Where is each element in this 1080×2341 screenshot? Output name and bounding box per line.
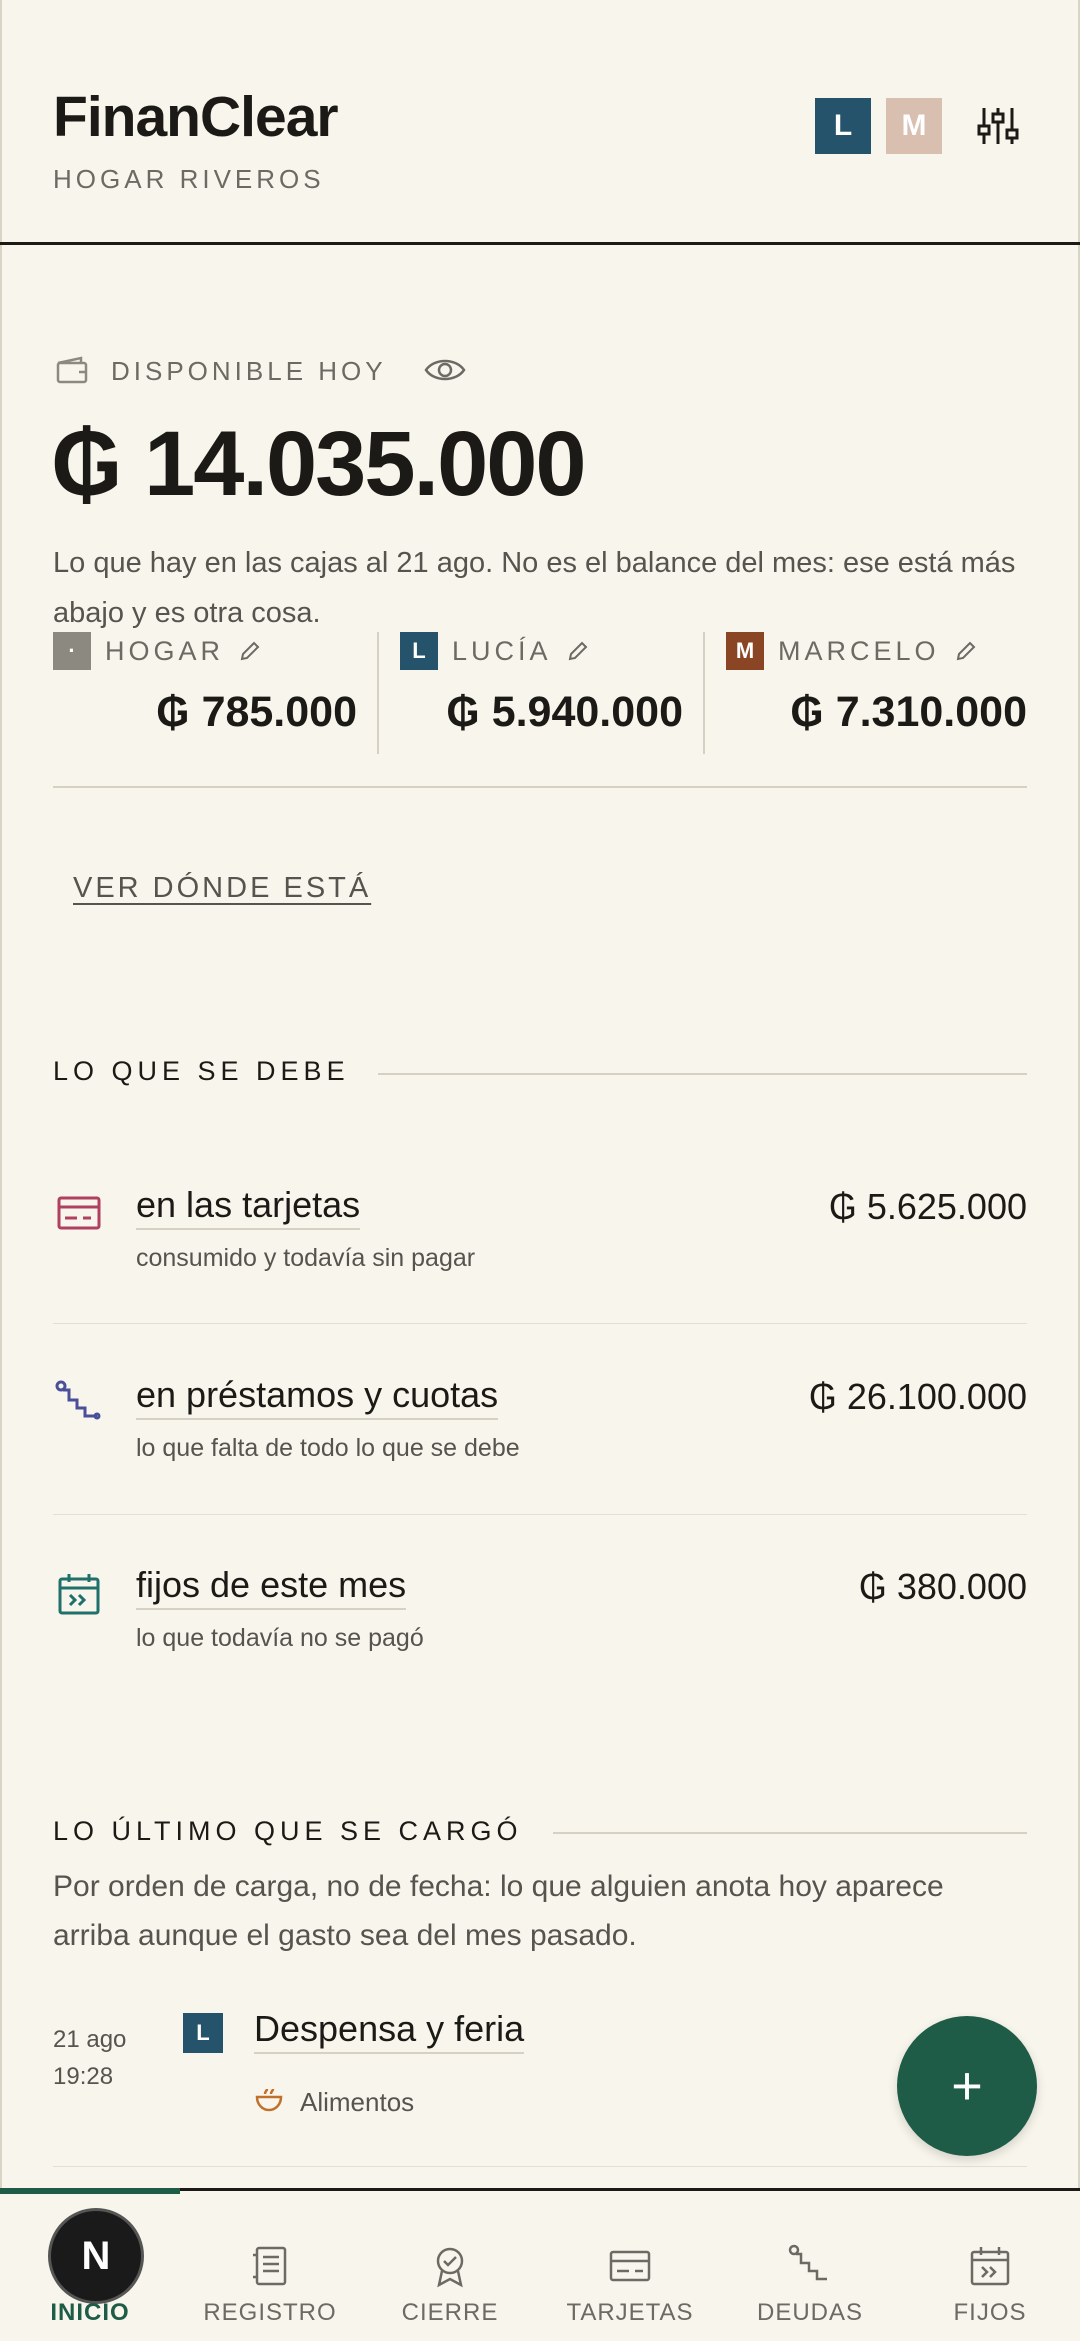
debt-title: en las tarjetas <box>136 1184 361 1230</box>
debt-subtitle: consumido y todavía sin pagar <box>136 1244 476 1272</box>
nav-label: REGISTRO <box>203 2299 337 2326</box>
box-amount: ₲ 7.310.000 <box>790 688 1027 736</box>
box-name: LUCÍA <box>452 635 552 666</box>
bowl-icon <box>255 2088 283 2112</box>
debt-row-cards[interactable]: en las tarjetas consumido y todavía sin … <box>53 1184 1027 1380</box>
nav-label: INICIO <box>50 2299 130 2326</box>
recent-section-title: LO ÚLTIMO QUE SE CARGÓ <box>53 1816 523 1846</box>
wallet-icon <box>56 356 88 384</box>
divider <box>53 1323 1027 1324</box>
debt-subtitle: lo que todavía no se pagó <box>136 1624 424 1652</box>
eye-icon[interactable] <box>424 355 466 385</box>
transaction-day: 21 ago <box>53 2026 127 2053</box>
n-badge: N <box>48 2208 144 2304</box>
badge-check-icon <box>436 2247 464 2288</box>
debt-amount: ₲ 5.625.000 <box>828 1186 1027 1227</box>
nav-item-cierre[interactable]: CIERRE <box>360 2191 540 2341</box>
transaction-date: 21 ago 19:28 <box>53 2021 126 2095</box>
see-where-link[interactable]: VER DÓNDE ESTÁ <box>73 872 371 905</box>
sliders-icon[interactable] <box>974 102 1022 150</box>
nav-label: FIJOS <box>953 2299 1027 2326</box>
divider <box>377 632 379 754</box>
credit-card-icon <box>57 1196 101 1230</box>
app-title: FinanClear <box>53 85 339 149</box>
available-label: DISPONIBLE HOY <box>111 356 387 386</box>
transaction-category: Alimentos <box>300 2087 415 2117</box>
avatar-marcelo[interactable]: M <box>886 98 942 154</box>
box-name: HOGAR <box>105 635 225 666</box>
add-button[interactable]: + <box>897 2016 1037 2156</box>
box-name: MARCELO <box>778 635 940 666</box>
divider <box>53 2166 1027 2167</box>
box-amount: ₲ 5.940.000 <box>446 688 683 736</box>
debt-amount: ₲ 26.100.000 <box>808 1376 1027 1417</box>
divider <box>703 632 705 754</box>
nav-item-deudas[interactable]: DEUDAS <box>720 2191 900 2341</box>
divider <box>378 1073 1027 1075</box>
available-amount: ₲ 14.035.000 <box>51 413 587 515</box>
divider <box>53 1514 1027 1515</box>
pencil-icon[interactable] <box>954 639 978 663</box>
divider <box>53 786 1027 788</box>
bottom-nav: N INICIO REGISTRO CIERRE TARJETAS DEUDAS… <box>0 2188 1080 2341</box>
ledger-icon <box>253 2246 287 2286</box>
debts-section-title: LO QUE SE DEBE <box>53 1056 350 1086</box>
calendar-icon <box>970 2247 1010 2286</box>
debt-title: fijos de este mes <box>136 1564 407 1610</box>
divider <box>553 1832 1027 1834</box>
hogar-badge: · <box>53 632 91 670</box>
box-hogar[interactable]: · HOGAR ₲ 785.000 <box>53 630 357 755</box>
nav-item-inicio[interactable]: N INICIO <box>0 2191 180 2341</box>
transaction-title: Despensa y feria <box>254 2008 525 2054</box>
household-name: HOGAR RIVEROS <box>53 164 325 194</box>
credit-card-icon <box>609 2250 651 2282</box>
nav-label: DEUDAS <box>756 2299 864 2326</box>
stairs-icon <box>788 2244 827 2281</box>
debt-subtitle: lo que falta de todo lo que se debe <box>136 1434 520 1462</box>
avatar-lucia[interactable]: L <box>815 98 871 154</box>
recent-note: Por orden de carga, no de fecha: lo que … <box>53 1870 944 1952</box>
stairs-icon <box>55 1380 101 1420</box>
marcelo-badge: M <box>726 632 764 670</box>
nav-item-registro[interactable]: REGISTRO <box>180 2191 360 2341</box>
debt-title: en préstamos y cuotas <box>136 1374 499 1420</box>
calendar-icon <box>58 1574 100 1615</box>
debt-amount: ₲ 380.000 <box>858 1566 1027 1607</box>
lucia-badge: L <box>400 632 438 670</box>
transaction-user-badge: L <box>183 2013 223 2053</box>
nav-item-tarjetas[interactable]: TARJETAS <box>540 2191 720 2341</box>
pencil-icon[interactable] <box>566 639 590 663</box>
debt-row-loans[interactable]: en préstamos y cuotas lo que falta de to… <box>53 1374 1027 1570</box>
box-marcelo[interactable]: M MARCELO ₲ 7.310.000 <box>726 630 1027 755</box>
available-note: Lo que hay en las cajas al 21 ago. No es… <box>53 547 1016 629</box>
box-lucia[interactable]: L LUCÍA ₲ 5.940.000 <box>400 630 683 755</box>
transaction-time: 19:28 <box>53 2063 114 2090</box>
app-frame <box>0 0 1080 2341</box>
nav-item-fijos[interactable]: FIJOS <box>900 2191 1080 2341</box>
pencil-icon[interactable] <box>238 639 262 663</box>
box-amount: ₲ 785.000 <box>156 688 357 736</box>
nav-label: CIERRE <box>401 2299 499 2326</box>
app-header: FinanClear HOGAR RIVEROS L M <box>0 0 1080 245</box>
nav-label: TARJETAS <box>566 2299 694 2326</box>
debt-row-fixed[interactable]: fijos de este mes lo que todavía no se p… <box>53 1564 1027 1760</box>
